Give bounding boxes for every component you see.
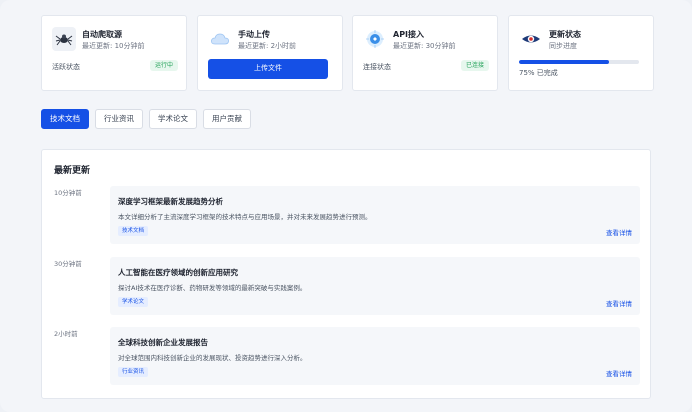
category-tabs: 技术文档 行业资讯 学术论文 用户贡献: [41, 109, 251, 129]
item-tag: 技术文档: [118, 226, 149, 236]
item-title: 深度学习框架最新发展趋势分析: [118, 197, 223, 206]
item-title: 全球科技创新企业发展报告: [118, 338, 208, 347]
spider-icon: [52, 27, 76, 51]
tab-tech-docs[interactable]: 技术文档: [41, 109, 89, 129]
card-subtitle: 最近更新: 10分钟前: [82, 42, 145, 50]
list-item: 人工智能在医疗领域的创新应用研究 探讨AI技术在医疗诊断、药物研发等领域的最新突…: [110, 257, 640, 315]
status-badge: 运行中: [149, 60, 178, 71]
card-update-status: 更新状态 同步进度 75% 已完成: [508, 15, 654, 91]
tab-industry-news[interactable]: 行业资讯: [95, 109, 143, 129]
card-title: 自动爬取源: [82, 30, 122, 39]
card-subtitle: 最近更新: 30分钟前: [393, 42, 456, 50]
list-item: 深度学习框架最新发展趋势分析 本文详细分析了主流深度学习框架的技术特点与应用场景…: [110, 186, 640, 244]
card-auto-crawl: 自动爬取源 最近更新: 10分钟前 活跃状态 运行中: [41, 15, 187, 91]
timestamp: 2小时前: [54, 330, 78, 338]
card-title: API接入: [393, 30, 425, 39]
status-label: 活跃状态: [52, 63, 80, 71]
latest-updates-panel: 最新更新 10分钟前 深度学习框架最新发展趋势分析 本文详细分析了主流深度学习框…: [41, 149, 651, 399]
item-tag: 学术论文: [118, 297, 149, 307]
item-title: 人工智能在医疗领域的创新应用研究: [118, 268, 238, 277]
view-details-link[interactable]: 查看详情: [606, 368, 632, 378]
list-item: 全球科技创新企业发展报告 对全球范围内科技创新企业的发展现状、投资趋势进行深入分…: [110, 327, 640, 385]
panel-title: 最新更新: [54, 166, 91, 176]
tab-academic-papers[interactable]: 学术论文: [149, 109, 197, 129]
card-title: 手动上传: [238, 30, 270, 39]
card-title: 更新状态: [549, 30, 581, 39]
view-details-link[interactable]: 查看详情: [606, 298, 632, 308]
item-tag: 行业资讯: [118, 367, 149, 377]
progress-text: 75% 已完成: [519, 69, 558, 77]
item-description: 探讨AI技术在医疗诊断、药物研发等领域的最新突破与实践案例。: [118, 284, 307, 292]
view-details-link[interactable]: 查看详情: [606, 227, 632, 237]
card-manual-upload: 手动上传 最近更新: 2小时前 上传文件: [197, 15, 343, 91]
timestamp: 10分钟前: [54, 189, 82, 197]
cloud-icon: [208, 27, 232, 51]
item-description: 对全球范围内科技创新企业的发展现状、投资趋势进行深入分析。: [118, 354, 307, 362]
status-label: 连接状态: [363, 63, 391, 71]
card-subtitle: 同步进度: [549, 42, 577, 50]
sync-progress-bar: [519, 60, 639, 64]
card-subtitle: 最近更新: 2小时前: [238, 42, 297, 50]
sync-progress-fill: [519, 60, 609, 64]
card-api: API接入 最近更新: 30分钟前 连接状态 已连接: [352, 15, 498, 91]
sync-icon: [519, 27, 543, 51]
api-icon: [363, 27, 387, 51]
tab-user-contributions[interactable]: 用户贡献: [203, 109, 251, 129]
timestamp: 30分钟前: [54, 260, 82, 268]
status-badge: 已连接: [460, 60, 489, 71]
item-description: 本文详细分析了主流深度学习框架的技术特点与应用场景，并对未来发展趋势进行预测。: [118, 213, 372, 221]
upload-file-button[interactable]: 上传文件: [208, 59, 328, 79]
